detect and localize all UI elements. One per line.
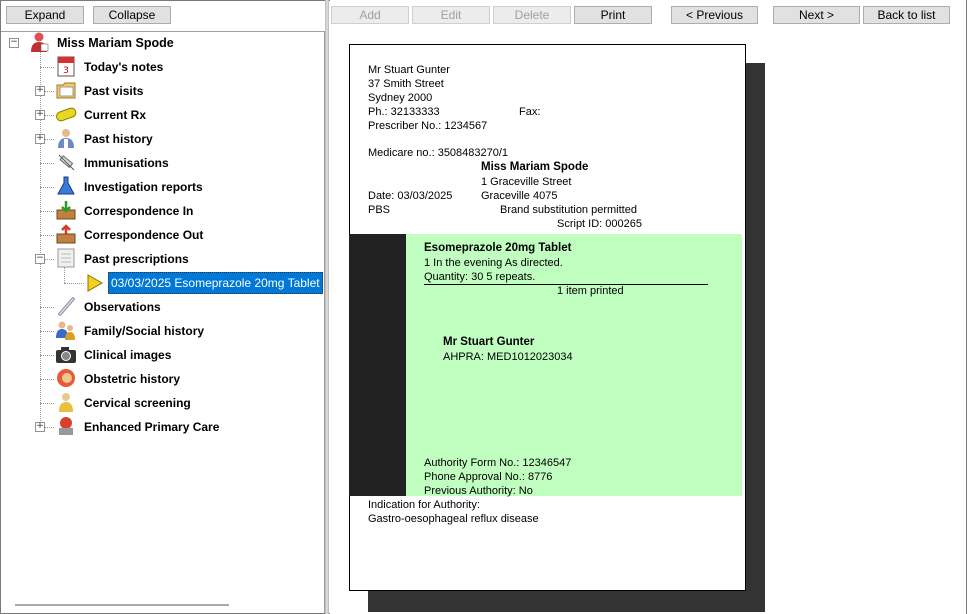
tree-item-family-social-history[interactable]: Family/Social history: [84, 324, 204, 338]
drug-directions: 1 In the evening As directed.: [424, 257, 563, 269]
tree-line: [40, 331, 54, 332]
flask-icon: [57, 176, 75, 195]
tree-item-investigation-reports[interactable]: Investigation reports: [84, 180, 203, 194]
tree-line: [40, 403, 54, 404]
drug-name: Esomeprazole 20mg Tablet: [424, 242, 572, 254]
signature-name: Mr Stuart Gunter: [443, 336, 535, 348]
tree-item-prescription-selected[interactable]: 03/03/2025 Esomeprazole 20mg Tablet 1 In…: [108, 272, 323, 294]
indication-text: Gastro-oesophageal reflux disease: [368, 513, 539, 525]
play-arrow-icon: [87, 274, 104, 292]
pbs-label: PBS: [368, 204, 391, 216]
tree-line: [40, 235, 54, 236]
patient-name: Miss Mariam Spode: [481, 161, 589, 173]
previous-button[interactable]: < Previous: [671, 6, 758, 24]
prescriber-address-1: 37 Smith Street: [368, 78, 444, 90]
outbox-icon: [56, 224, 76, 244]
items-printed: 1 item printed: [557, 285, 624, 297]
folder-icon: [56, 82, 76, 99]
family-icon: [56, 321, 75, 340]
tree-root-patient[interactable]: Miss Mariam Spode: [57, 36, 174, 50]
tree-item-current-rx[interactable]: Current Rx: [84, 108, 146, 122]
edit-button[interactable]: Edit: [412, 6, 490, 24]
obstetric-icon: [57, 369, 75, 387]
prescriber-name: Mr Stuart Gunter: [368, 64, 450, 76]
syringe-icon: [58, 154, 75, 171]
tree-item-immunisations[interactable]: Immunisations: [84, 156, 169, 170]
prescription-icon: [57, 248, 75, 268]
tree-line: [40, 163, 54, 164]
collapse-root-toggle[interactable]: −: [9, 38, 19, 48]
doctor-icon: [58, 129, 74, 148]
expand-button[interactable]: Expand: [6, 6, 84, 24]
collapse-button[interactable]: Collapse: [93, 6, 171, 24]
camera-icon: [56, 347, 76, 363]
prescriber-address-2: Sydney 2000: [368, 92, 433, 104]
tree-item-correspondence-in[interactable]: Correspondence In: [84, 204, 193, 218]
add-button[interactable]: Add: [331, 6, 409, 24]
prescriber-number: Prescriber No.: 1234567: [368, 120, 488, 132]
next-button[interactable]: Next >: [773, 6, 860, 24]
tree-line: [40, 67, 54, 68]
patient-icon: [31, 32, 49, 52]
tree-line: [40, 379, 54, 380]
phone-approval-number: Phone Approval No.: 8776: [424, 471, 553, 483]
tree-item-clinical-images[interactable]: Clinical images: [84, 348, 171, 362]
prescriber-phone: Ph.: 32133333: [368, 106, 440, 118]
svg-text:3: 3: [63, 66, 69, 76]
prescriber-fax: Fax:: [519, 106, 541, 118]
brand-substitution: Brand substitution permitted: [500, 204, 637, 216]
patient-address-2: Graceville 4075: [481, 190, 558, 202]
drug-quantity: Quantity: 30 5 repeats.: [424, 271, 536, 283]
expand-enhanced-primary-care-toggle[interactable]: +: [35, 422, 45, 432]
thermometer-icon: [58, 297, 75, 316]
tree-item-past-prescriptions[interactable]: Past prescriptions: [84, 252, 189, 266]
tree-item-past-history[interactable]: Past history: [84, 132, 153, 146]
tree-line: [64, 283, 84, 284]
tree-item-enhanced-primary-care[interactable]: Enhanced Primary Care: [84, 420, 219, 434]
collapse-past-prescriptions-toggle[interactable]: −: [35, 254, 45, 264]
script-black-band: [349, 234, 406, 496]
tree-item-correspondence-out[interactable]: Correspondence Out: [84, 228, 203, 242]
delete-button[interactable]: Delete: [493, 6, 571, 24]
tree-item-obstetric-history[interactable]: Obstetric history: [84, 372, 180, 386]
medicare-number: Medicare no.: 3508483270/1: [368, 147, 509, 159]
back-to-list-button[interactable]: Back to list: [863, 6, 950, 24]
expand-past-history-toggle[interactable]: +: [35, 134, 45, 144]
tree-line: [40, 307, 54, 308]
tree-line: [40, 187, 54, 188]
expand-past-visits-toggle[interactable]: +: [35, 86, 45, 96]
tree-line: [40, 355, 54, 356]
clinical-tree[interactable]: [1, 31, 325, 613]
tree-line: [64, 267, 65, 283]
tree-line: [40, 211, 54, 212]
person-icon: [59, 393, 73, 412]
inbox-icon: [56, 201, 76, 220]
ahpra-number: AHPRA: MED1012023034: [443, 351, 573, 363]
calendar-icon: 3: [57, 56, 75, 77]
patient-address-1: 1 Graceville Street: [481, 176, 572, 188]
authority-form-number: Authority Form No.: 12346547: [424, 457, 572, 469]
tree-item-cervical-screening[interactable]: Cervical screening: [84, 396, 191, 410]
script-date: Date: 03/03/2025: [368, 190, 453, 202]
print-button[interactable]: Print: [574, 6, 652, 24]
care-icon: [59, 417, 73, 435]
tree-item-observations[interactable]: Observations: [84, 300, 161, 314]
tree-item-todays-notes[interactable]: Today's notes: [84, 60, 163, 74]
pane-splitter[interactable]: [325, 0, 329, 614]
indication-label: Indication for Authority:: [368, 499, 480, 511]
script-id: Script ID: 000265: [557, 218, 642, 230]
tree-item-past-visits[interactable]: Past visits: [84, 84, 143, 98]
pill-icon: [56, 107, 77, 122]
expand-current-rx-toggle[interactable]: +: [35, 110, 45, 120]
horizontal-scrollbar[interactable]: [15, 604, 229, 606]
previous-authority: Previous Authority: No: [424, 485, 533, 497]
